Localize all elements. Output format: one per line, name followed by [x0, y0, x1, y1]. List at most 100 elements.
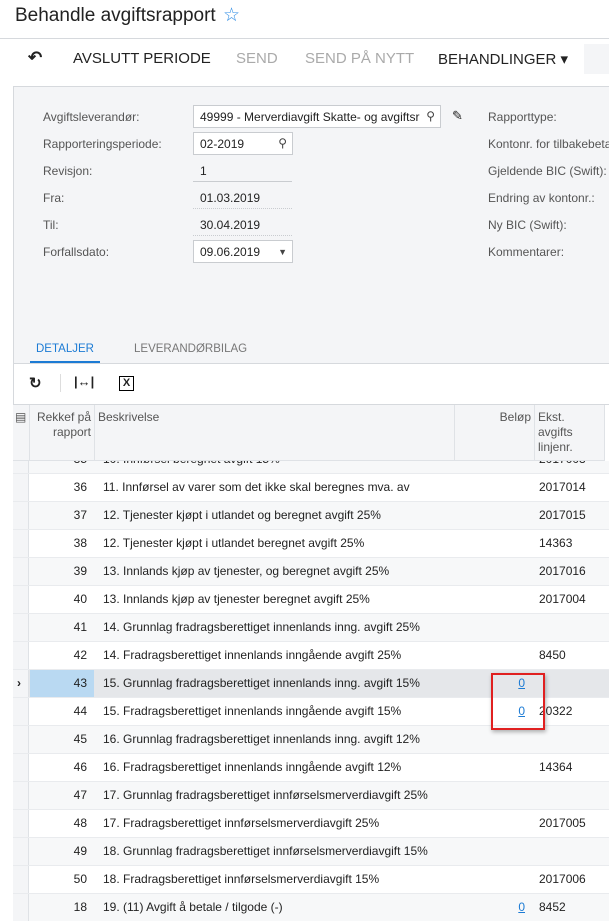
row-selector[interactable]	[13, 530, 29, 557]
amount-cell	[455, 474, 535, 501]
order-cell: 41	[73, 620, 87, 634]
revision-label: Revisjon:	[43, 164, 93, 178]
table-row[interactable]: 18 19. (11) Avgift å betale / tilgode (-…	[13, 894, 609, 921]
table-row[interactable]: 40 13. Innlands kjøp av tjenester beregn…	[13, 586, 609, 614]
order-cell: 43	[30, 670, 94, 697]
column-header-ext-line[interactable]: Ekst. avgifts linjenr.	[535, 405, 605, 461]
row-selector[interactable]	[13, 698, 29, 725]
refresh-icon[interactable]: ↻	[29, 374, 42, 392]
send-button[interactable]: SEND	[236, 50, 278, 67]
to-label: Til:	[43, 218, 59, 232]
row-selector[interactable]	[13, 586, 29, 613]
report-type-label: Rapporttype:	[488, 110, 557, 124]
row-selector[interactable]	[13, 726, 29, 753]
undo-icon[interactable]: ↶	[28, 48, 42, 68]
row-selector[interactable]: ›	[13, 670, 29, 697]
table-row[interactable]: 35 10. Innførsel beregnet avgift 15% 201…	[13, 461, 609, 474]
period-field[interactable]: 02-2019 ⚲	[193, 132, 293, 155]
table-row[interactable]: 45 16. Grunnlag fradragsberettiget innen…	[13, 726, 609, 754]
ext-line-cell	[535, 838, 605, 865]
table-row[interactable]: 47 17. Grunnlag fradragsberettiget innfø…	[13, 782, 609, 810]
table-row[interactable]: 37 12. Tjenester kjøpt i utlandet og ber…	[13, 502, 609, 530]
table-row[interactable]: 39 13. Innlands kjøp av tjenester, og be…	[13, 558, 609, 586]
description-cell: 19. (11) Avgift å betale / tilgode (-)	[103, 900, 283, 914]
row-selector[interactable]	[13, 782, 29, 809]
chevron-down-icon[interactable]: ▼	[278, 247, 287, 257]
row-selector[interactable]	[13, 810, 29, 837]
amount-cell	[455, 461, 535, 473]
from-label: Fra:	[43, 191, 65, 205]
resend-button[interactable]: SEND PÅ NYTT	[305, 50, 414, 67]
edit-icon[interactable]: ✎	[452, 108, 463, 124]
order-cell: 38	[73, 536, 87, 550]
from-value: 01.03.2019	[193, 187, 292, 209]
order-cell: 50	[73, 872, 87, 886]
amount-cell	[455, 530, 535, 557]
row-selector[interactable]	[13, 614, 29, 641]
row-selector[interactable]	[13, 754, 29, 781]
tab-vendor-documents[interactable]: LEVERANDØRBILAG	[134, 343, 247, 355]
ext-line-cell: 14364	[539, 760, 573, 774]
amount-cell	[455, 782, 535, 809]
star-icon[interactable]: ☆	[223, 4, 240, 27]
fit-columns-icon[interactable]: |↔|	[74, 374, 94, 389]
account-change-label: Endring av kontonr.:	[488, 191, 595, 205]
row-selector[interactable]	[13, 558, 29, 585]
order-cell: 45	[73, 732, 87, 746]
table-row[interactable]: 42 14. Fradragsberettiget innenlands inn…	[13, 642, 609, 670]
to-value: 30.04.2019	[193, 214, 292, 236]
order-cell: 35	[30, 461, 94, 473]
table-row[interactable]: 46 16. Fradragsberettiget innenlands inn…	[13, 754, 609, 782]
table-row[interactable]: 50 18. Fradragsberettiget innførselsmerv…	[13, 866, 609, 894]
order-cell: 46	[73, 760, 87, 774]
tab-details[interactable]: DETALJER	[30, 343, 100, 363]
row-selector[interactable]	[13, 474, 29, 501]
order-cell: 48	[73, 816, 87, 830]
description-cell: 17. Grunnlag fradragsberettiget innførse…	[103, 788, 428, 802]
row-selector[interactable]	[13, 642, 29, 669]
order-cell: 37	[73, 508, 87, 522]
due-date-field[interactable]: 09.06.2019 ▼	[193, 240, 293, 263]
description-cell: 12. Tjenester kjøpt i utlandet beregnet …	[103, 536, 365, 550]
column-header-amount[interactable]: Beløp	[455, 405, 535, 461]
column-settings-icon[interactable]: ▤	[13, 405, 30, 461]
column-header-order[interactable]: Rekkef på rapport	[30, 405, 95, 461]
search-icon[interactable]: ⚲	[278, 136, 287, 150]
order-cell: 36	[73, 480, 87, 494]
column-header-description[interactable]: Beskrivelse	[95, 405, 455, 461]
ext-line-cell: 8450	[539, 648, 566, 662]
table-row[interactable]: 41 14. Grunnlag fradragsberettiget innen…	[13, 614, 609, 642]
description-cell: 18. Fradragsberettiget innførselsmerverd…	[103, 872, 380, 886]
row-selector[interactable]	[13, 894, 29, 921]
table-row[interactable]: 48 17. Fradragsberettiget innførselsmerv…	[13, 810, 609, 838]
order-cell: 44	[73, 704, 87, 718]
toolbar-more-button[interactable]	[584, 44, 609, 74]
tab-bar: DETALJER LEVERANDØRBILAG	[13, 338, 609, 364]
table-row[interactable]: 49 18. Grunnlag fradragsberettiget innfø…	[13, 838, 609, 866]
amount-cell	[455, 586, 535, 613]
ext-line-cell	[535, 782, 605, 809]
row-selector[interactable]	[13, 866, 29, 893]
row-selector[interactable]	[13, 461, 29, 473]
table-row[interactable]: 38 12. Tjenester kjøpt i utlandet beregn…	[13, 530, 609, 558]
vendor-field[interactable]: 49999 - Merverdiavgift Skatte- og avgift…	[193, 105, 441, 128]
description-cell: 16. Fradragsberettiget innenlands inngåe…	[103, 760, 402, 774]
row-selector[interactable]	[13, 502, 29, 529]
search-icon[interactable]: ⚲	[426, 109, 435, 123]
amount-cell	[455, 558, 535, 585]
ext-line-cell	[535, 670, 605, 697]
description-cell: 13. Innlands kjøp av tjenester beregnet …	[103, 592, 370, 606]
page-title: Behandle avgiftsrapport	[15, 5, 216, 26]
actions-menu-button[interactable]: BEHANDLINGER ▾	[438, 50, 568, 68]
description-cell: 17. Fradragsberettiget innførselsmerverd…	[103, 816, 380, 830]
row-selector[interactable]	[13, 838, 29, 865]
amount-link[interactable]: 0	[518, 900, 525, 914]
order-cell: 49	[73, 844, 87, 858]
description-cell: 13. Innlands kjøp av tjenester, og bereg…	[103, 564, 390, 578]
period-label: Rapporteringsperiode:	[43, 137, 162, 151]
table-row[interactable]: 36 11. Innførsel av varer som det ikke s…	[13, 474, 609, 502]
description-cell: 11. Innførsel av varer som det ikke skal…	[103, 480, 410, 494]
export-excel-icon[interactable]: X	[119, 376, 134, 391]
ext-line-cell: 20322	[539, 704, 573, 718]
close-period-button[interactable]: AVSLUTT PERIODE	[73, 50, 211, 67]
